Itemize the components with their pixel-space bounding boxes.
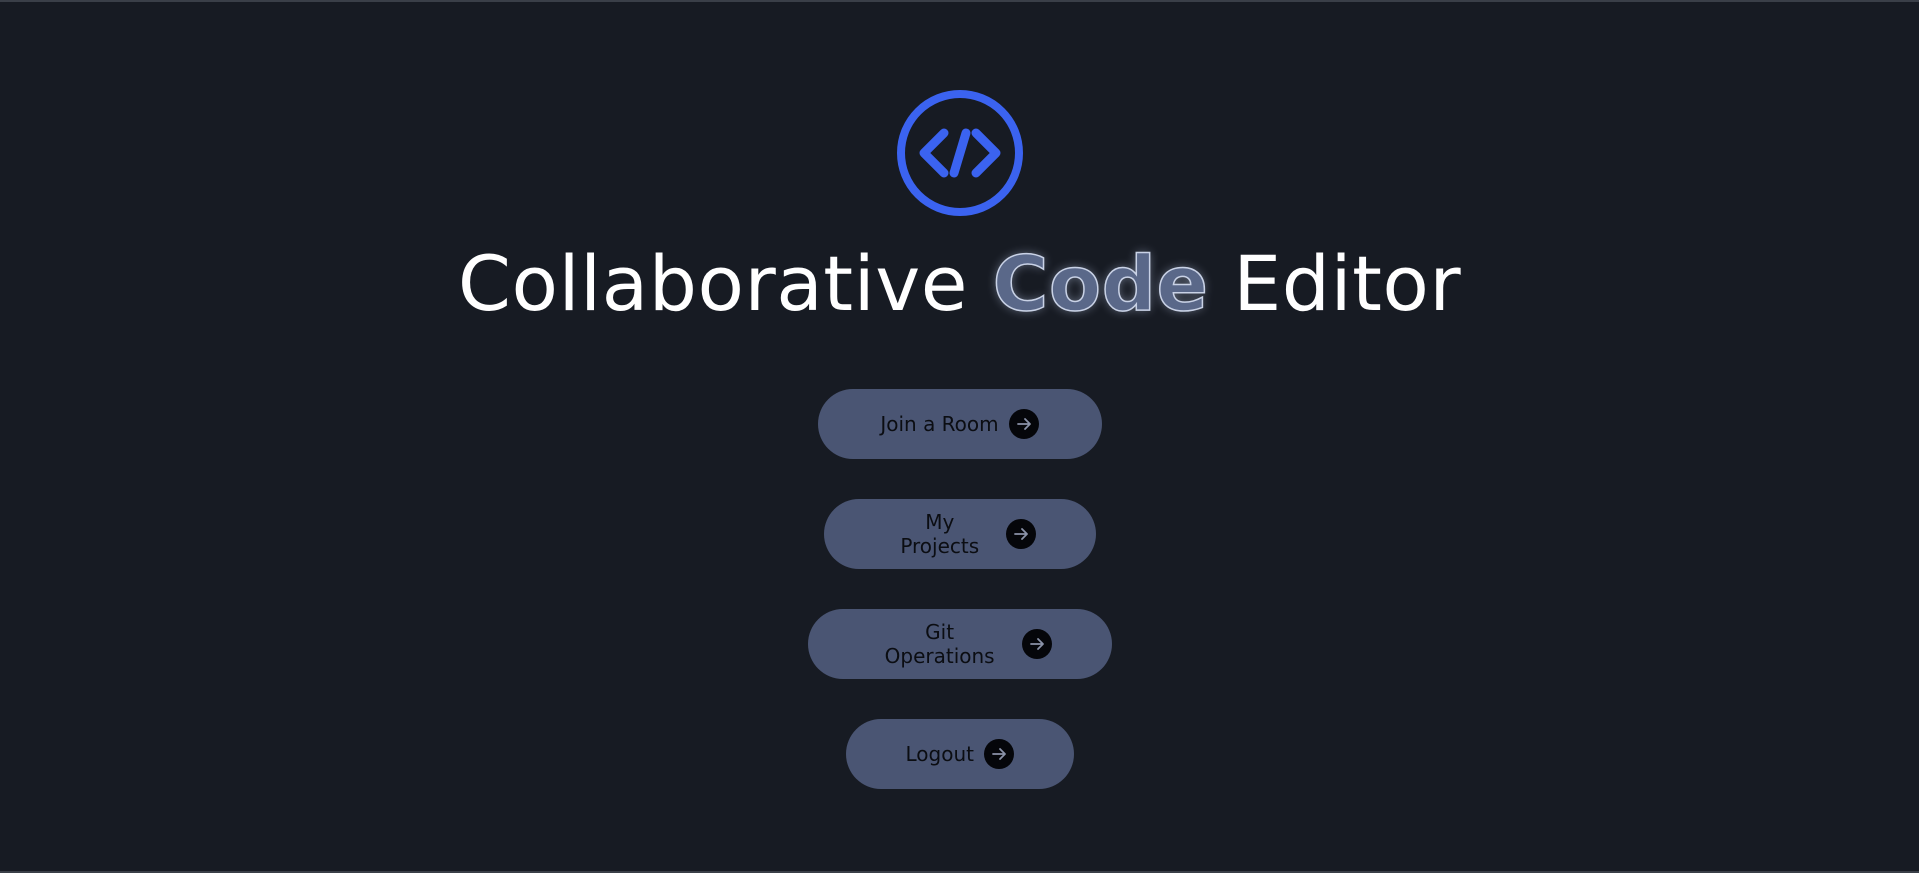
title-prefix: Collaborative: [457, 239, 993, 328]
code-brackets-circle-icon: [896, 90, 1023, 216]
logout-button[interactable]: Logout: [845, 719, 1074, 789]
logout-label: Logout: [905, 742, 974, 766]
arrow-right-icon: [1005, 519, 1036, 549]
my-projects-button[interactable]: My Projects: [823, 499, 1096, 569]
join-room-label: Join a Room: [880, 412, 999, 436]
title-highlight: Code: [992, 238, 1209, 329]
main-menu: Join a Room My Projects Git Operations L…: [807, 389, 1112, 789]
join-room-button[interactable]: Join a Room: [817, 389, 1102, 459]
home-screen: Collaborative Code Editor Join a Room My…: [0, 0, 1919, 873]
my-projects-label: My Projects: [900, 510, 980, 558]
arrow-right-icon: [1008, 409, 1039, 439]
git-operations-button[interactable]: Git Operations: [807, 609, 1112, 679]
arrow-right-icon: [1021, 629, 1052, 659]
git-operations-label: Git Operations: [884, 620, 995, 668]
arrow-right-icon: [983, 739, 1014, 769]
page-title: Collaborative Code Editor: [457, 238, 1462, 329]
title-suffix: Editor: [1208, 239, 1462, 328]
